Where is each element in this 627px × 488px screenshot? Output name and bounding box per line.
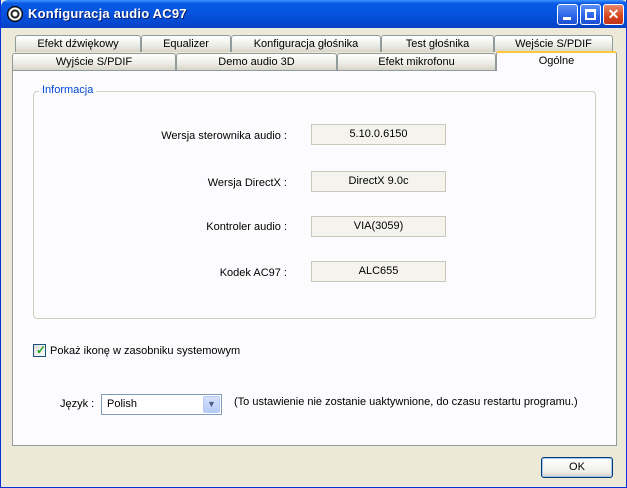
dialog-window: Konfiguracja audio AC97 ✕ Efekt dźwiękow… xyxy=(0,0,627,488)
directx-version-value: DirectX 9.0c xyxy=(311,171,446,192)
tray-icon-label[interactable]: Pokaż ikonę w zasobniku systemowym xyxy=(50,345,240,357)
driver-version-value: 5.10.0.6150 xyxy=(311,124,446,145)
ac97-codec-value: ALC655 xyxy=(311,261,446,282)
close-button[interactable]: ✕ xyxy=(603,4,624,25)
ok-button[interactable]: OK xyxy=(541,457,613,478)
window-title: Konfiguracja audio AC97 xyxy=(28,6,187,21)
tab-equalizer[interactable]: Equalizer xyxy=(141,35,231,52)
tab-efekt-mikrofonu[interactable]: Efekt mikrofonu xyxy=(337,53,496,70)
restart-note: (To ustawienie nie zostanie uaktywnione,… xyxy=(234,396,578,408)
tab-konfiguracja-glosnika[interactable]: Konfiguracja głośnika xyxy=(231,35,381,52)
close-icon: ✕ xyxy=(607,6,620,22)
directx-version-label: Wersja DirectX : xyxy=(207,177,287,189)
speaker-icon xyxy=(7,6,23,22)
tab-wejscie-spdif[interactable]: Wejście S/PDIF xyxy=(494,35,613,52)
language-selected-value: Polish xyxy=(107,398,137,410)
dropdown-button[interactable]: ▼ xyxy=(203,396,220,413)
ac97-codec-label: Kodek AC97 : xyxy=(219,267,287,279)
tab-wyjscie-spdif[interactable]: Wyjście S/PDIF xyxy=(12,53,176,70)
minimize-icon xyxy=(563,17,571,20)
audio-controller-label: Kontroler audio : xyxy=(206,221,287,233)
maximize-icon xyxy=(585,9,596,20)
minimize-button[interactable] xyxy=(557,4,578,25)
language-select[interactable]: Polish ▼ xyxy=(101,394,222,415)
checkmark-icon: ✓ xyxy=(36,343,47,357)
driver-version-label: Wersja sterownika audio : xyxy=(161,130,287,142)
language-label: Język : xyxy=(60,398,95,410)
tray-icon-checkbox[interactable]: ✓ xyxy=(33,343,47,357)
tab-efekt-dzwiekowy[interactable]: Efekt dźwiękowy xyxy=(15,35,141,52)
audio-controller-value: VIA(3059) xyxy=(311,216,446,237)
maximize-button[interactable] xyxy=(580,4,601,25)
tab-test-glosnika[interactable]: Test głośnika xyxy=(381,35,494,52)
tab-demo-audio-3d[interactable]: Demo audio 3D xyxy=(176,53,337,70)
info-groupbox-legend: Informacja xyxy=(39,84,97,96)
tab-ogolne[interactable]: Ogólne xyxy=(496,51,617,71)
title-bar[interactable]: Konfiguracja audio AC97 ✕ xyxy=(1,0,627,28)
chevron-down-icon: ▼ xyxy=(207,399,216,409)
